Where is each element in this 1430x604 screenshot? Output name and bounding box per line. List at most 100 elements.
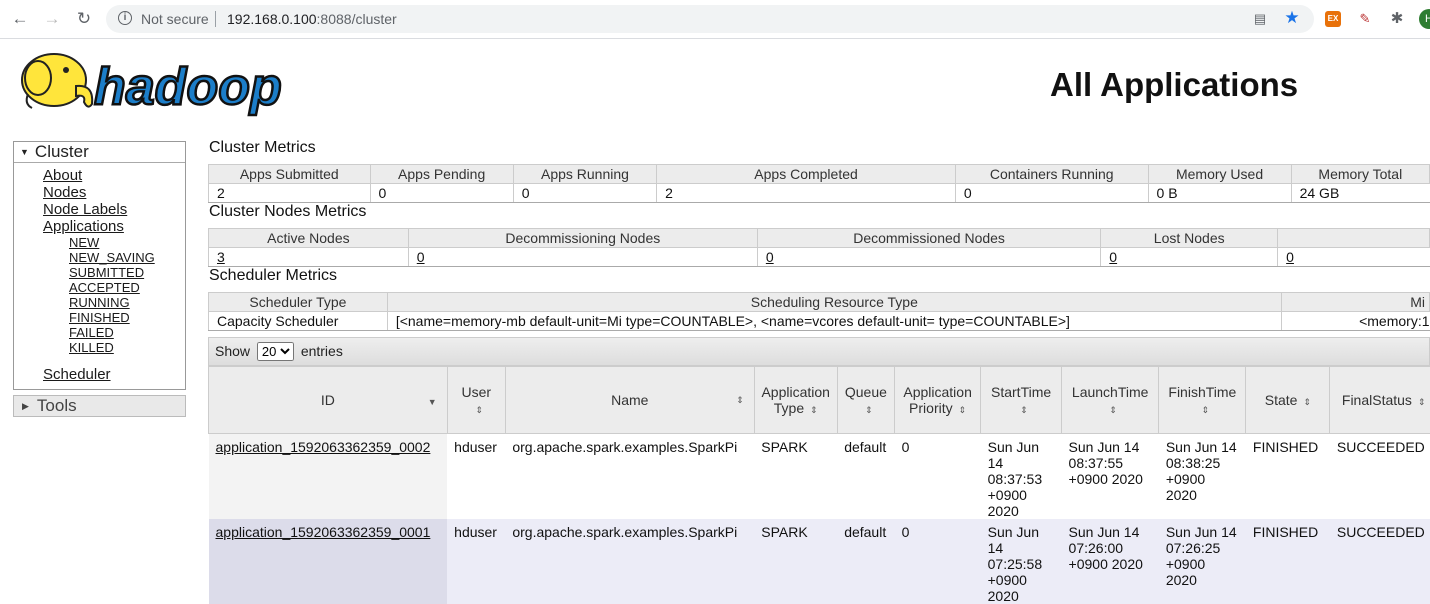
table-row: Capacity Scheduler [<name=memory-mb defa… [209, 312, 1430, 331]
active-nodes-link[interactable]: 3 [217, 249, 225, 265]
cell-id: application_1592063362359_0001 [209, 519, 448, 604]
sort-icon: ⇕ [865, 405, 873, 415]
cell-finalstatus: SUCCEEDED [1330, 519, 1430, 604]
cluster-section-header[interactable]: ▼Cluster [14, 142, 185, 163]
scheduler-metrics-title: Scheduler Metrics [209, 267, 337, 285]
table-row: 2 0 0 2 0 0 B 24 GB [209, 184, 1430, 203]
cell-name: org.apache.spark.examples.SparkPi [505, 434, 754, 520]
value-decommissioned-nodes: 0 [757, 248, 1100, 267]
table-header-row: ID▼ User⇕ Name⇕ Application Type⇕ Queue⇕… [209, 367, 1430, 434]
column-header-application-type[interactable]: Application Type⇕ [754, 367, 837, 434]
reload-icon[interactable]: ↻ [74, 9, 94, 29]
cell-priority: 0 [895, 434, 981, 520]
decommissioned-nodes-link[interactable]: 0 [766, 249, 774, 265]
value-apps-completed: 2 [657, 184, 956, 203]
column-header-state[interactable]: State⇕ [1246, 367, 1330, 434]
sidebar-link-nodes[interactable]: Nodes [43, 184, 185, 201]
cell-user: hduser [447, 434, 505, 520]
cell-queue: default [837, 434, 894, 520]
info-icon[interactable]: i [118, 11, 132, 25]
application-id-link[interactable]: application_1592063362359_0002 [216, 439, 431, 455]
column-header-id[interactable]: ID▼ [209, 367, 448, 434]
puzzle-icon[interactable]: ✱ [1389, 11, 1405, 27]
header-apps-running: Apps Running [513, 165, 656, 184]
value-minimum-allocation: <memory:1 [1281, 312, 1429, 331]
column-header-name[interactable]: Name⇕ [505, 367, 754, 434]
star-icon[interactable]: ★ [1284, 10, 1300, 26]
column-header-launchtime[interactable]: LaunchTime⇕ [1062, 367, 1159, 434]
decommissioning-nodes-link[interactable]: 0 [417, 249, 425, 265]
entries-label: entries [301, 343, 343, 359]
state-link-running[interactable]: RUNNING [69, 295, 185, 310]
tools-section-header[interactable]: ▶Tools [13, 395, 186, 417]
cell-starttime: Sun Jun 14 08:37:53 +0900 2020 [981, 434, 1062, 520]
hadoop-logo[interactable]: hadoop [14, 44, 314, 120]
cell-finishtime: Sun Jun 14 08:38:25 +0900 2020 [1159, 434, 1246, 520]
forward-icon[interactable]: → [42, 9, 62, 29]
value-apps-submitted: 2 [209, 184, 371, 203]
cell-application-type: SPARK [754, 519, 837, 604]
state-link-new-saving[interactable]: NEW_SAVING [69, 250, 185, 265]
application-state-links: NEW NEW_SAVING SUBMITTED ACCEPTED RUNNIN… [43, 235, 185, 355]
pdf-icon[interactable]: ✎ [1357, 11, 1373, 27]
sidebar-link-node-labels[interactable]: Node Labels [43, 201, 185, 218]
value-nodes-extra: 0 [1278, 248, 1430, 267]
translate-icon[interactable]: ▤ [1252, 11, 1268, 27]
state-link-failed[interactable]: FAILED [69, 325, 185, 340]
state-link-killed[interactable]: KILLED [69, 340, 185, 355]
extension-ex-icon[interactable]: EX [1325, 11, 1341, 27]
sidebar-link-about[interactable]: About [43, 167, 185, 184]
cell-name: org.apache.spark.examples.SparkPi [505, 519, 754, 604]
state-link-submitted[interactable]: SUBMITTED [69, 265, 185, 280]
nodes-extra-link[interactable]: 0 [1286, 249, 1294, 265]
column-header-user[interactable]: User⇕ [447, 367, 505, 434]
sort-icon: ⇕ [1020, 405, 1028, 415]
cell-finishtime: Sun Jun 14 07:26:25 +0900 2020 [1159, 519, 1246, 604]
profile-avatar[interactable]: H [1419, 9, 1430, 29]
application-id-link[interactable]: application_1592063362359_0001 [216, 524, 431, 540]
column-header-queue[interactable]: Queue⇕ [837, 367, 894, 434]
state-link-finished[interactable]: FINISHED [69, 310, 185, 325]
sort-icon: ⇕ [475, 405, 483, 415]
sort-icon: ⇕ [736, 395, 744, 406]
url-text[interactable]: 192.168.0.100:8088/cluster [227, 11, 397, 27]
applications-panel: Show 20 entries ID▼ User⇕ Name⇕ Applicat… [208, 337, 1430, 604]
sidebar: ▼Cluster About Nodes Node Labels Applica… [13, 141, 186, 417]
column-header-application-priority[interactable]: Application Priority⇕ [895, 367, 981, 434]
sidebar-link-scheduler[interactable]: Scheduler [43, 366, 185, 383]
address-separator [215, 11, 216, 27]
cell-priority: 0 [895, 519, 981, 604]
cluster-metrics-table: Apps Submitted Apps Pending Apps Running… [208, 164, 1430, 203]
column-header-finishtime[interactable]: FinishTime⇕ [1159, 367, 1246, 434]
table-row: application_1592063362359_0001 hduser or… [209, 519, 1430, 604]
header-lost-nodes: Lost Nodes [1101, 229, 1278, 248]
cell-starttime: Sun Jun 14 07:25:58 +0900 2020 [981, 519, 1062, 604]
state-link-new[interactable]: NEW [69, 235, 185, 250]
sort-icon: ⇕ [810, 405, 818, 415]
header-scheduler-type: Scheduler Type [209, 293, 388, 312]
cell-launchtime: Sun Jun 14 08:37:55 +0900 2020 [1062, 434, 1159, 520]
value-apps-pending: 0 [370, 184, 513, 203]
table-header-row: Apps Submitted Apps Pending Apps Running… [209, 165, 1430, 184]
cell-state: FINISHED [1246, 434, 1330, 520]
table-header-row: Scheduler Type Scheduling Resource Type … [209, 293, 1430, 312]
lost-nodes-link[interactable]: 0 [1109, 249, 1117, 265]
state-link-accepted[interactable]: ACCEPTED [69, 280, 185, 295]
sort-desc-icon: ▼ [428, 397, 437, 407]
address-bar[interactable]: i Not secure 192.168.0.100:8088/cluster … [106, 5, 1314, 33]
security-label[interactable]: Not secure [141, 11, 209, 27]
cell-finalstatus: SUCCEEDED [1330, 434, 1430, 520]
page-size-select[interactable]: 20 [257, 342, 294, 361]
column-header-finalstatus[interactable]: FinalStatus⇕ [1330, 367, 1430, 434]
expand-triangle-icon: ▼ [20, 147, 29, 157]
value-apps-running: 0 [513, 184, 656, 203]
show-label: Show [215, 343, 250, 359]
back-icon[interactable]: ← [10, 9, 30, 29]
header-minimum-allocation: Mi [1281, 293, 1429, 312]
nodes-metrics-title: Cluster Nodes Metrics [209, 203, 366, 221]
apps-table-toolbar: Show 20 entries [208, 337, 1430, 366]
applications-table: ID▼ User⇕ Name⇕ Application Type⇕ Queue⇕… [208, 366, 1430, 604]
column-header-starttime[interactable]: StartTime⇕ [981, 367, 1062, 434]
sidebar-link-applications[interactable]: Applications [43, 218, 185, 235]
sort-icon: ⇕ [1202, 405, 1210, 415]
